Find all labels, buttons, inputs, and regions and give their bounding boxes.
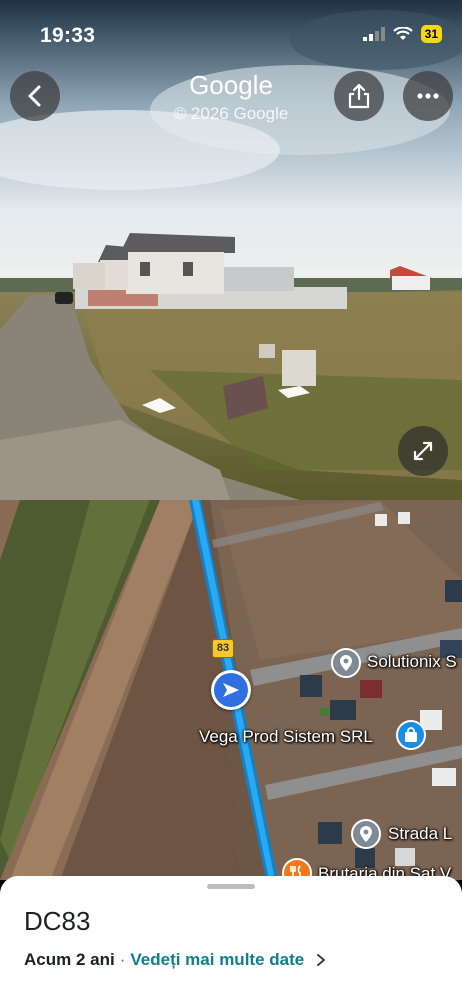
- location-title: DC83: [24, 906, 91, 936]
- poi-pin-strada[interactable]: [351, 819, 381, 849]
- more-options-button[interactable]: [403, 71, 453, 121]
- poi-pin-vega-prod[interactable]: [396, 720, 426, 750]
- street-view-brand: Google: [189, 70, 273, 100]
- expand-icon: [413, 441, 433, 461]
- status-icons: 31: [362, 25, 442, 43]
- separator-dot: ·: [119, 950, 126, 969]
- see-more-dates-link[interactable]: Vedeți mai multe date: [130, 950, 304, 970]
- share-button[interactable]: [334, 71, 384, 121]
- wifi-icon: [392, 27, 413, 40]
- street-view-copyright: © 2026 Google: [173, 104, 289, 123]
- battery-icon: 31: [420, 25, 442, 43]
- street-view-panorama[interactable]: 19:33 31 Google © 2026 Google: [0, 0, 462, 500]
- chevron-right-icon[interactable]: [316, 953, 326, 967]
- poi-label-vega-prod[interactable]: Vega Prod Sistem SRL: [199, 727, 373, 747]
- share-icon: [348, 83, 370, 109]
- chevron-left-icon: [28, 85, 41, 107]
- shopping-bag-icon: [405, 727, 417, 742]
- poi-label-strada[interactable]: Strada L: [388, 824, 452, 844]
- poi-label-solutionix[interactable]: Solutionix S: [367, 652, 457, 672]
- poi-pin-solutionix[interactable]: [331, 648, 361, 678]
- street-view-position-marker[interactable]: [211, 670, 251, 710]
- map-pin-icon: [360, 826, 372, 842]
- expand-button[interactable]: [398, 426, 448, 476]
- map-view[interactable]: 83 Solutionix S Vega Prod Sistem SRL Str…: [0, 500, 462, 880]
- info-bottom-sheet[interactable]: DC83 Acum 2 ani · Vedeți mai multe date: [0, 876, 462, 1000]
- map-pin-icon: [340, 655, 352, 671]
- more-horizontal-icon: [417, 93, 439, 99]
- road-number-shield: 83: [212, 639, 234, 658]
- capture-age: Acum 2 ani: [24, 950, 115, 969]
- status-bar: 19:33 31: [0, 0, 462, 60]
- navigation-arrow-icon: [223, 683, 239, 697]
- back-button[interactable]: [10, 71, 60, 121]
- cellular-signal-icon: [362, 27, 385, 41]
- status-time: 19:33: [40, 24, 96, 47]
- capture-info-row[interactable]: Acum 2 ani · Vedeți mai multe date: [24, 950, 326, 970]
- sheet-drag-handle[interactable]: [207, 884, 255, 889]
